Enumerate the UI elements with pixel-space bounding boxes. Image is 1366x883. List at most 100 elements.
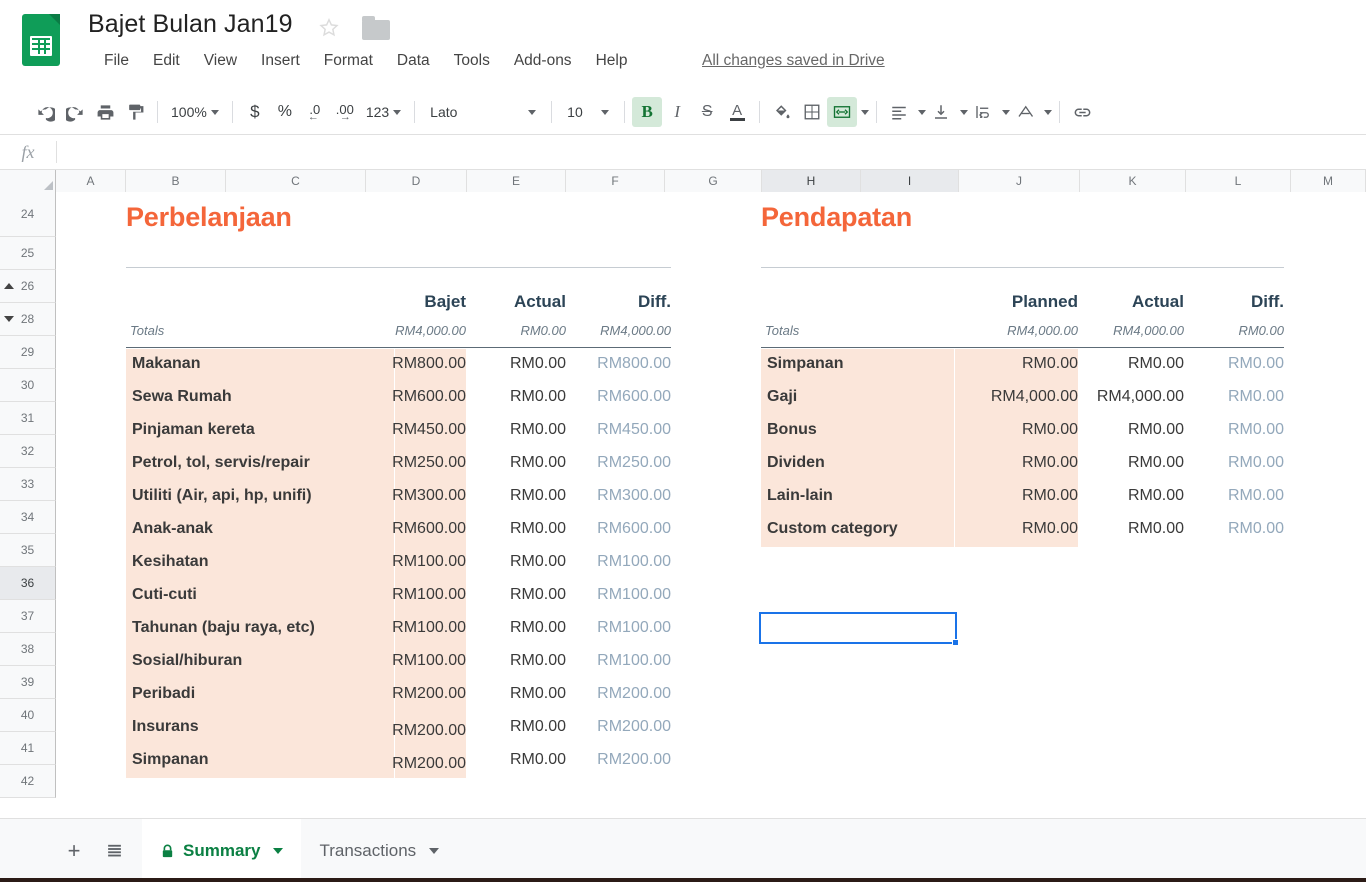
vertical-align-icon[interactable] bbox=[926, 97, 956, 127]
chevron-down-icon[interactable] bbox=[861, 109, 870, 115]
column-header-g[interactable]: G bbox=[665, 170, 762, 192]
income-row-planned: RM0.00 bbox=[1021, 355, 1078, 372]
sheet-tab-summary[interactable]: Summary bbox=[142, 818, 302, 883]
row-header-33[interactable]: 33 bbox=[0, 468, 56, 501]
column-header-l[interactable]: L bbox=[1186, 170, 1291, 192]
menu-file[interactable]: File bbox=[92, 50, 141, 72]
link-icon[interactable] bbox=[1067, 97, 1097, 127]
all-sheets-icon[interactable] bbox=[94, 831, 134, 871]
print-icon[interactable] bbox=[90, 97, 120, 127]
fill-color-icon[interactable] bbox=[767, 97, 797, 127]
expenses-row-actual: RM0.00 bbox=[509, 454, 566, 471]
column-header-i[interactable]: I bbox=[861, 170, 959, 192]
row-header-37[interactable]: 37 bbox=[0, 600, 56, 633]
selected-cell[interactable] bbox=[759, 612, 959, 646]
menu-data[interactable]: Data bbox=[385, 50, 442, 72]
chevron-down-icon[interactable] bbox=[1044, 109, 1053, 115]
redo-icon[interactable] bbox=[60, 97, 90, 127]
menu-view[interactable]: View bbox=[192, 50, 249, 72]
collapse-group-icon[interactable] bbox=[4, 283, 14, 289]
row-header-32[interactable]: 32 bbox=[0, 435, 56, 468]
bold-label: B bbox=[641, 102, 653, 121]
strikethrough-button[interactable]: S bbox=[692, 97, 722, 127]
column-header-f[interactable]: F bbox=[566, 170, 665, 192]
increase-decimal-button[interactable]: .00 → bbox=[330, 97, 360, 127]
paint-format-icon[interactable] bbox=[120, 97, 150, 127]
fill-handle[interactable] bbox=[952, 639, 959, 646]
chevron-down-icon[interactable] bbox=[429, 847, 440, 854]
currency-format-button[interactable]: $ bbox=[240, 97, 270, 127]
column-header-a[interactable]: A bbox=[56, 170, 126, 192]
column-header-m[interactable]: M bbox=[1291, 170, 1366, 192]
chevron-down-icon[interactable] bbox=[1002, 109, 1011, 115]
select-all-corner[interactable] bbox=[0, 170, 56, 192]
column-header-e[interactable]: E bbox=[467, 170, 566, 192]
decrease-decimal-button[interactable]: .0 ← bbox=[300, 97, 330, 127]
menu-addons[interactable]: Add-ons bbox=[502, 50, 584, 72]
strikethrough-label: S bbox=[701, 103, 713, 120]
document-title[interactable]: Bajet Bulan Jan19 bbox=[88, 10, 293, 39]
column-header-c[interactable]: C bbox=[226, 170, 366, 192]
borders-icon[interactable] bbox=[797, 97, 827, 127]
text-rotation-icon[interactable] bbox=[1010, 97, 1040, 127]
row-header-39[interactable]: 39 bbox=[0, 666, 56, 699]
merge-cells-icon[interactable] bbox=[827, 97, 858, 127]
chevron-down-icon[interactable] bbox=[960, 109, 969, 115]
row-header-25[interactable]: 25 bbox=[0, 237, 56, 270]
row-header-34[interactable]: 34 bbox=[0, 501, 56, 534]
chevron-down-icon[interactable] bbox=[273, 847, 284, 854]
expenses-row-name: Anak-anak bbox=[132, 520, 213, 537]
menu-help[interactable]: Help bbox=[584, 50, 640, 72]
italic-button[interactable]: I bbox=[662, 97, 692, 127]
number-format-selector[interactable]: 123 bbox=[360, 98, 407, 126]
column-header-h[interactable]: H bbox=[762, 170, 861, 192]
menu-edit[interactable]: Edit bbox=[141, 50, 192, 72]
font-family-selector[interactable]: Lato bbox=[422, 98, 544, 126]
text-color-button[interactable]: A bbox=[722, 97, 752, 127]
cell-area[interactable]: Perbelanjaan Bajet Actual Diff. Totals R… bbox=[56, 192, 1366, 815]
row-header-40[interactable]: 40 bbox=[0, 699, 56, 732]
row-header-29[interactable]: 29 bbox=[0, 336, 56, 369]
expand-group-icon[interactable] bbox=[4, 316, 14, 322]
percent-format-button[interactable]: % bbox=[270, 97, 300, 127]
font-size-selector[interactable]: 10 bbox=[559, 98, 617, 126]
row-header-42[interactable]: 42 bbox=[0, 765, 56, 798]
expenses-row-planned: RM200.00 bbox=[392, 685, 466, 702]
menu-tools[interactable]: Tools bbox=[442, 50, 502, 72]
percent-label: % bbox=[277, 103, 292, 120]
save-status-link[interactable]: All changes saved in Drive bbox=[702, 52, 885, 70]
column-header-j[interactable]: J bbox=[959, 170, 1080, 192]
column-header-k[interactable]: K bbox=[1080, 170, 1186, 192]
row-header-41[interactable]: 41 bbox=[0, 732, 56, 765]
row-header-38[interactable]: 38 bbox=[0, 633, 56, 666]
income-row-diff: RM0.00 bbox=[1227, 421, 1284, 438]
menu-insert[interactable]: Insert bbox=[249, 50, 312, 72]
sheet-tab-transactions[interactable]: Transactions bbox=[301, 819, 457, 883]
expenses-row-diff: RM450.00 bbox=[597, 421, 671, 438]
expenses-row-planned: RM250.00 bbox=[392, 454, 466, 471]
income-row-planned: RM0.00 bbox=[1021, 520, 1078, 537]
formula-input[interactable] bbox=[57, 135, 1366, 169]
row-header-24[interactable]: 24 bbox=[0, 192, 56, 237]
row-header-36[interactable]: 36 bbox=[0, 567, 56, 600]
column-header-d[interactable]: D bbox=[366, 170, 467, 192]
add-sheet-icon[interactable]: + bbox=[54, 831, 94, 871]
folder-icon[interactable] bbox=[362, 16, 390, 40]
zoom-selector[interactable]: 100% bbox=[165, 98, 225, 126]
text-color-label: A bbox=[732, 101, 743, 119]
text-wrap-icon[interactable] bbox=[968, 97, 998, 127]
bold-button[interactable]: B bbox=[632, 97, 663, 127]
row-header-28[interactable]: 28 bbox=[0, 303, 56, 336]
chevron-down-icon[interactable] bbox=[918, 109, 927, 115]
star-icon[interactable] bbox=[318, 17, 340, 39]
column-header-b[interactable]: B bbox=[126, 170, 226, 192]
row-header-35[interactable]: 35 bbox=[0, 534, 56, 567]
menu-format[interactable]: Format bbox=[312, 50, 385, 72]
undo-icon[interactable] bbox=[30, 97, 60, 127]
horizontal-align-icon[interactable] bbox=[884, 97, 914, 127]
row-header-30[interactable]: 30 bbox=[0, 369, 56, 402]
row-header-26[interactable]: 26 bbox=[0, 270, 56, 303]
expenses-total-planned: RM4,000.00 bbox=[395, 323, 466, 338]
expenses-row-actual: RM0.00 bbox=[509, 355, 566, 372]
row-header-31[interactable]: 31 bbox=[0, 402, 56, 435]
